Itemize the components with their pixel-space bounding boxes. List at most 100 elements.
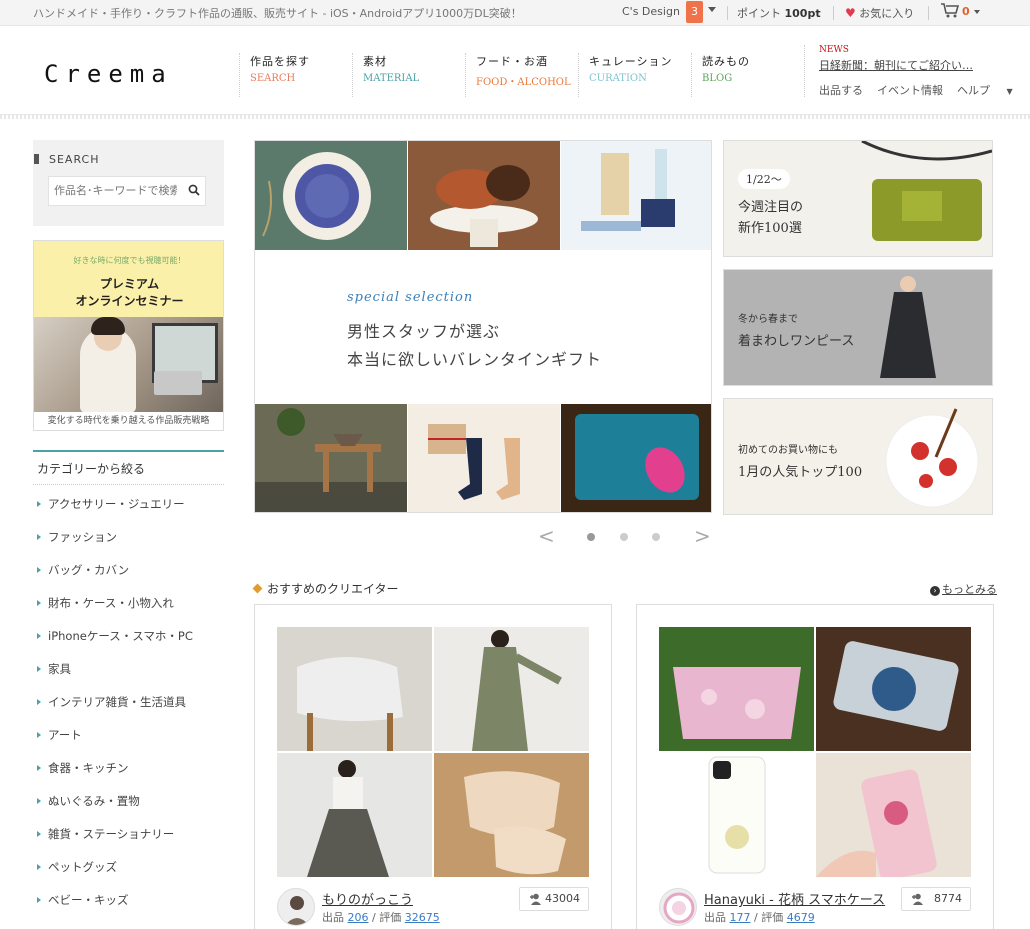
cart-chevron-icon[interactable]: [974, 10, 980, 14]
product-image: [659, 627, 814, 751]
category-item[interactable]: iPhoneケース・スマホ・PC: [33, 627, 224, 660]
category-item[interactable]: アート: [33, 726, 224, 759]
category-item[interactable]: 雑貨・ステーショナリー: [33, 825, 224, 858]
side-banner-new-arrivals[interactable]: 1/22〜 今週注目の 新作100選: [723, 140, 993, 257]
creator-card[interactable]: もりのがっこう 出品 206 / 評価 32675 43004: [254, 604, 612, 929]
nav-sublabel: BLOG: [702, 73, 733, 84]
divider: [833, 6, 834, 20]
category-list: アクセサリー・ジュエリー ファッション バッグ・カバン 財布・ケース・小物入れ …: [33, 495, 224, 924]
avatar[interactable]: [659, 888, 697, 926]
follower-count: 43004: [545, 892, 580, 905]
carousel-prev-button[interactable]: <: [538, 524, 555, 548]
seminar-title-line2: オンラインセミナー: [75, 294, 184, 308]
nav-label: 素材: [363, 55, 387, 68]
main-banner[interactable]: special selection 男性スタッフが選ぶ 本当に欲しいバレンタイン…: [254, 140, 712, 513]
carousel-dot-active[interactable]: [587, 533, 595, 541]
section-title-text: おすすめのクリエイター: [267, 582, 399, 596]
search-input[interactable]: [49, 177, 177, 205]
works-count-link[interactable]: 206: [348, 911, 369, 924]
product-image: [434, 753, 589, 877]
sell-link[interactable]: 出品する: [819, 84, 863, 97]
nav-sublabel: SEARCH: [250, 73, 296, 84]
favorites-label: お気に入り: [859, 7, 915, 20]
side-banner-top100[interactable]: 初めてのお買い物にも 1月の人気トップ100: [723, 398, 993, 515]
help-link[interactable]: ヘルプ ▼: [957, 84, 1027, 97]
category-item[interactable]: インテリア雑貨・生活道具: [33, 693, 224, 726]
carousel-dot[interactable]: [652, 533, 660, 541]
follow-button[interactable]: 8774: [901, 887, 971, 911]
creator-name-link[interactable]: もりのがっこう: [322, 889, 413, 908]
laptop-shape: [154, 371, 202, 395]
category-item[interactable]: ベビー・キッズ: [33, 891, 224, 924]
seminar-banner[interactable]: 好きな時に何度でも視聴可能！ プレミアム オンラインセミナー 変化する時代を乗り…: [33, 240, 224, 431]
user-menu-chevron-icon[interactable]: [708, 7, 716, 12]
rating-count-link[interactable]: 32675: [405, 911, 440, 924]
news-headline-link[interactable]: 日経新聞：朝刊にてご紹介い…: [819, 57, 1004, 73]
heart-icon: ♥: [845, 6, 856, 20]
nav-food[interactable]: フード・お酒 FOOD・ALCOHOL: [465, 53, 579, 97]
avatar[interactable]: [277, 888, 315, 926]
rating-label: 評価: [379, 911, 402, 924]
rating-count-link[interactable]: 4679: [787, 911, 815, 924]
nav-curation[interactable]: キュレーション CURATION: [578, 53, 692, 97]
points-link[interactable]: ポイント 100pt: [737, 5, 821, 21]
banner-line1: 男性スタッフが選ぶ: [347, 322, 501, 341]
seminar-header: 好きな時に何度でも視聴可能！ プレミアム オンラインセミナー: [34, 241, 223, 317]
seminar-caption: 変化する時代を乗り越える作品販売戦略: [34, 412, 223, 430]
site-header: Creema 作品を探す SEARCH 素材 MATERIAL フード・お酒 F…: [0, 27, 1030, 119]
nav-search[interactable]: 作品を探す SEARCH: [239, 53, 353, 97]
creator-name-link[interactable]: Hanayuki - 花柄 スマホケース: [704, 889, 885, 908]
works-label: 出品: [704, 911, 726, 924]
nav-label: 作品を探す: [250, 55, 310, 68]
user-menu[interactable]: C's Design: [622, 5, 680, 18]
category-item[interactable]: 財布・ケース・小物入れ: [33, 594, 224, 627]
works-count-link[interactable]: 177: [730, 911, 751, 924]
category-item[interactable]: 食器・キッチン: [33, 759, 224, 792]
category-item[interactable]: アクセサリー・ジュエリー: [33, 495, 224, 528]
notification-badge[interactable]: 3: [686, 1, 703, 23]
category-title: カテゴリーから絞る: [33, 450, 224, 485]
nav-label: 読みもの: [702, 55, 750, 68]
favorites-link[interactable]: ♥ お気に入り: [845, 5, 914, 21]
category-item[interactable]: 家具: [33, 660, 224, 693]
creator-card[interactable]: Hanayuki - 花柄 スマホケース 出品 177 / 評価 4679 87…: [636, 604, 994, 929]
nav-blog[interactable]: 読みもの BLOG: [691, 53, 805, 97]
creator-stats: 出品 206 / 評価 32675: [322, 911, 440, 924]
divider: [727, 6, 728, 20]
carousel-dot[interactable]: [620, 533, 628, 541]
search-icon[interactable]: [188, 184, 200, 196]
chocolate-image: [408, 141, 560, 250]
sake-image: [561, 141, 711, 250]
side-banner-onepiece[interactable]: 冬から春まで 着まわしワンピース: [723, 269, 993, 386]
category-item[interactable]: ぬいぐるみ・置物: [33, 792, 224, 825]
product-image: [816, 627, 971, 751]
banner-message: special selection 男性スタッフが選ぶ 本当に欲しいバレンタイン…: [255, 250, 711, 403]
category-item[interactable]: ペットグッズ: [33, 858, 224, 891]
category-item[interactable]: ファッション: [33, 528, 224, 561]
follow-button[interactable]: 43004: [519, 887, 589, 911]
top-bar: ハンドメイド・手作り・クラフト作品の通販、販売サイト - iOS・Android…: [0, 0, 1030, 26]
cart-icon[interactable]: [941, 3, 960, 22]
search-title: SEARCH: [34, 153, 100, 166]
bag-image: [861, 141, 992, 241]
carousel-next-button[interactable]: >: [694, 524, 711, 548]
cart-count[interactable]: 0: [962, 5, 970, 18]
creema-logo[interactable]: Creema: [44, 60, 173, 88]
points-label: ポイント: [737, 7, 781, 20]
points-value: 100pt: [784, 7, 821, 20]
category-item[interactable]: バッグ・カバン: [33, 561, 224, 594]
seminar-small-text: 好きな時に何度でも視聴可能！: [73, 256, 186, 265]
events-link[interactable]: イベント情報: [877, 84, 943, 97]
nav-label: キュレーション: [589, 55, 673, 68]
side-banner-date: 1/22〜: [738, 169, 790, 189]
nav-material[interactable]: 素材 MATERIAL: [352, 53, 466, 97]
rating-label: 評価: [761, 911, 784, 924]
arrow-right-icon: ›: [930, 586, 940, 596]
add-user-icon: [912, 893, 923, 905]
nav-sublabel: FOOD・ALCOHOL: [476, 77, 571, 88]
banner-line2: 本当に欲しいバレンタインギフト: [347, 350, 603, 369]
more-link[interactable]: › もっとみる: [930, 581, 997, 597]
seminar-title-line1: プレミアム: [99, 277, 160, 291]
search-field-wrapper: [48, 176, 206, 206]
product-image: [434, 627, 589, 751]
